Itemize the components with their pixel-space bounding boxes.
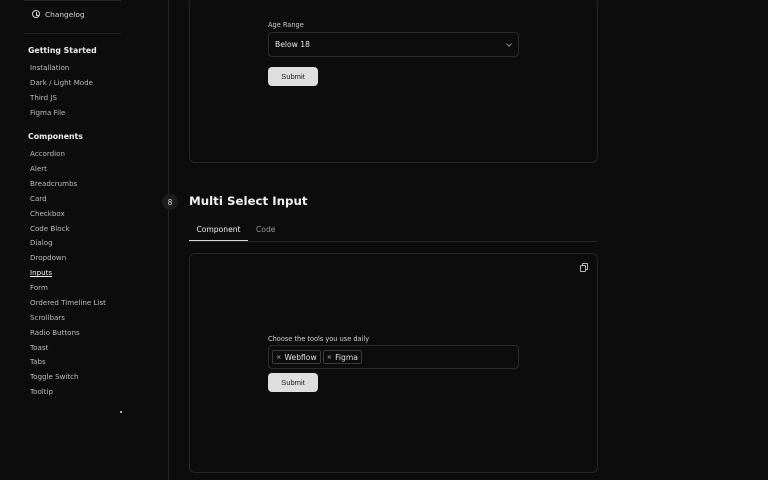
tools-label: Choose the tools you use daily [268,335,370,343]
section-title: Multi Select Input [189,194,308,208]
sidebar-item-toggle-switch[interactable]: Toggle Switch [30,372,79,382]
sidebar-item-breadcrumbs[interactable]: Breadcrumbs [30,179,77,189]
multi-select-input[interactable]: × Webflow × Figma [268,345,519,369]
sidebar-item-checkbox[interactable]: Checkbox [30,209,65,219]
sidebar-item-figma-file[interactable]: Figma File [30,108,65,118]
cursor-dot [120,411,122,413]
tag-figma: × Figma [322,350,362,364]
sidebar-item-radio-buttons[interactable]: Radio Buttons [30,328,80,338]
remove-tag-button[interactable]: × [276,353,281,361]
sidebar-item-changelog[interactable]: Changelog [32,7,85,21]
sidebar-item-toast[interactable]: Toast [30,343,48,353]
copy-icon[interactable] [580,263,589,272]
divider [24,33,121,34]
sidebar-item-form[interactable]: Form [30,283,48,293]
tab-code[interactable]: Code [256,225,275,234]
sidebar-item-accordion[interactable]: Accordion [30,149,65,159]
remove-tag-button[interactable]: × [327,353,332,361]
submit-button[interactable]: Submit [268,373,318,392]
sidebar-item-ordered-timeline-list[interactable]: Ordered Timeline List [30,298,106,308]
sidebar-item-installation[interactable]: Installation [30,63,69,73]
sidebar-item-inputs[interactable]: Inputs [30,268,52,278]
select-value: Below 18 [275,40,310,49]
active-tab-indicator [189,240,248,241]
sidebar-item-card[interactable]: Card [30,194,47,204]
copy-icon-front [580,265,586,272]
tabs-divider [189,241,598,242]
divider [24,0,121,1]
example-card-age-range [189,0,598,163]
tab-component[interactable]: Component [189,225,248,234]
sidebar-heading-components: Components [28,132,83,141]
sidebar-item-code-block[interactable]: Code Block [30,224,70,234]
tag-label: Webflow [284,352,317,362]
sidebar-item-scrollbars[interactable]: Scrollbars [30,313,65,323]
sidebar: Changelog Getting Started Installation D… [0,0,169,480]
age-range-select[interactable]: Below 18 [268,32,519,57]
sidebar-item-label: Changelog [45,9,85,19]
chevron-down-icon [506,41,512,47]
sidebar-item-alert[interactable]: Alert [30,164,47,174]
sidebar-item-tooltip[interactable]: Tooltip [30,387,53,397]
sidebar-item-dialog[interactable]: Dialog [30,238,53,248]
tag-webflow: × Webflow [272,350,321,364]
step-number: 8 [162,194,178,210]
clock-icon [32,10,40,18]
sidebar-item-dark-light-mode[interactable]: Dark / Light Mode [30,78,93,88]
age-range-label: Age Range [268,21,304,29]
sidebar-item-tabs[interactable]: Tabs [30,357,46,367]
tag-label: Figma [335,352,358,362]
sidebar-item-third-js[interactable]: Third JS [30,93,57,103]
sidebar-heading-getting-started: Getting Started [28,46,97,55]
submit-button[interactable]: Submit [268,67,318,86]
sidebar-item-dropdown[interactable]: Dropdown [30,253,66,263]
